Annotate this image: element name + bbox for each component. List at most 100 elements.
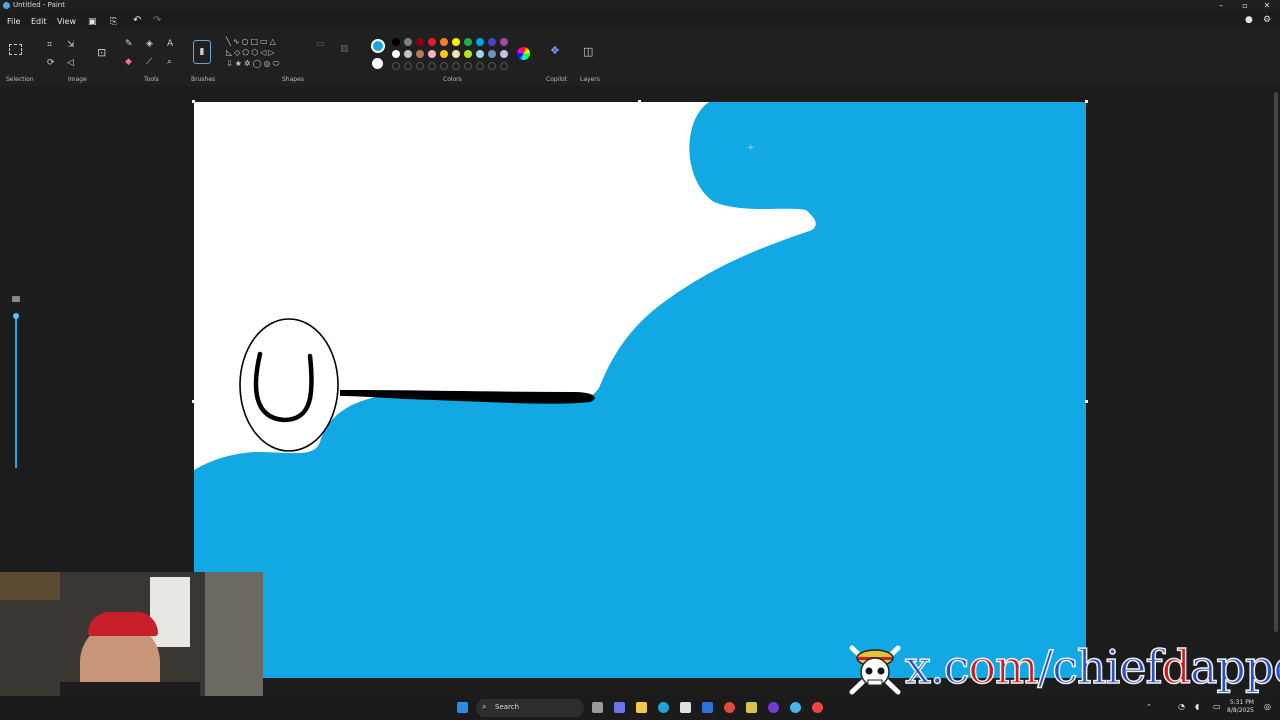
watermark-part-red: d [1161,639,1192,695]
canvas-resize-handle-top[interactable] [638,100,641,103]
paint-app-icon [3,2,10,9]
pencil-icon[interactable]: ✎ [125,40,133,49]
canvas-resize-handle-left[interactable] [192,400,195,403]
crop-icon[interactable]: ⌗ [47,41,52,50]
taskbar-clock[interactable]: 5:31 PM 8/8/2025 [1227,699,1254,715]
store-icon[interactable] [680,702,691,713]
chrome-icon[interactable] [724,702,735,713]
shape-fill-icon[interactable]: ▨ [340,45,349,54]
save-icon[interactable]: ▣ [88,17,97,27]
edge-browser-icon[interactable] [658,702,669,713]
drawing-canvas[interactable]: + [194,102,1086,678]
app-icon-tools[interactable] [746,702,757,713]
palette-color-swatch[interactable] [464,50,472,58]
notification-bell-icon[interactable]: ◎ [1264,702,1271,711]
copilot-taskbar-icon[interactable] [614,702,625,713]
clock-time: 5:31 PM [1229,699,1254,706]
palette-color-swatch[interactable] [392,50,400,58]
watermark-part-red: om [968,639,1040,695]
custom-color-slot[interactable] [416,62,424,70]
palette-color-swatch[interactable] [404,50,412,58]
watermark-part: e [1119,639,1148,695]
vscode-icon[interactable] [702,702,713,713]
shape-outline-icon[interactable]: ▭ [316,40,325,49]
brush-icon[interactable]: ▮ [193,40,211,64]
canvas-resize-handle-top-left[interactable] [192,100,195,103]
palette-color-swatch[interactable] [452,38,460,46]
volume-icon[interactable]: ◖ [1195,702,1199,711]
undo-icon[interactable]: ↶ [133,15,141,26]
settings-gear-icon[interactable]: ⚙ [1263,15,1271,25]
battery-icon[interactable]: ▭ [1213,702,1221,711]
vertical-scrollbar[interactable] [1274,92,1278,632]
paint-taskbar-icon[interactable] [790,702,801,713]
palette-color-swatch[interactable] [464,38,472,46]
palette-color-swatch[interactable] [488,50,496,58]
share-icon[interactable]: ⎘ [110,17,117,27]
secondary-color-swatch[interactable] [372,58,383,69]
edit-colors-wheel-icon[interactable] [517,47,530,60]
task-view-icon[interactable] [592,702,603,713]
menu-view[interactable]: View [57,17,76,26]
redo-icon[interactable]: ↷ [153,15,161,26]
color-picker-icon[interactable]: ⟋ [146,58,152,67]
custom-color-slot[interactable] [440,62,448,70]
menu-edit[interactable]: Edit [31,17,47,26]
palette-color-swatch[interactable] [440,38,448,46]
slider-thumb[interactable] [13,313,19,319]
group-label-tools: Tools [144,76,159,83]
brush-size-slider[interactable] [12,296,20,468]
eraser-icon[interactable]: ◆ [125,58,132,67]
palette-color-swatch[interactable] [500,38,508,46]
magnifier-icon[interactable]: ⌕ [167,58,172,67]
palette-color-swatch[interactable] [452,50,460,58]
tray-chevron-icon[interactable]: ⌃ [1146,703,1152,711]
close-button[interactable]: ✕ [1256,0,1278,12]
palette-color-swatch[interactable] [392,38,400,46]
primary-color-swatch[interactable] [371,39,385,53]
palette-color-swatch[interactable] [416,50,424,58]
menu-bar: File Edit View ▣ ⎘ ↶ ↷ ● ⚙ [0,14,1280,28]
palette-color-swatch[interactable] [404,38,412,46]
resize-icon[interactable]: ⇲ [67,41,75,50]
custom-color-slot[interactable] [476,62,484,70]
custom-color-slot[interactable] [452,62,460,70]
wifi-icon[interactable]: ◔ [1178,702,1185,711]
minimize-button[interactable]: – [1210,0,1232,12]
copilot-icon[interactable]: ❖ [550,45,560,56]
custom-color-slot[interactable] [464,62,472,70]
text-icon[interactable]: A [167,40,173,49]
custom-color-slot[interactable] [392,62,400,70]
fill-bucket-icon[interactable]: ◈ [146,40,153,49]
maximize-button[interactable]: ▫ [1234,0,1256,12]
palette-color-swatch[interactable] [428,38,436,46]
obs-icon[interactable] [812,702,823,713]
flip-icon[interactable]: ◁ [67,59,74,68]
palette-color-swatch[interactable] [500,50,508,58]
watermark-part: f [1145,639,1164,695]
canvas-resize-handle-right[interactable] [1085,400,1088,403]
rotate-icon[interactable]: ⟳ [47,59,55,68]
file-explorer-icon[interactable] [636,702,647,713]
palette-color-swatch[interactable] [476,38,484,46]
canvas-resize-handle-top-right[interactable] [1085,100,1088,103]
shapes-gallery[interactable]: ╲∿○□▭△ ◺◇⬠⬡◁▷ ⇩★✲◯◎⬭ [226,36,306,72]
menu-file[interactable]: File [7,17,20,26]
selection-rectangle-icon[interactable] [9,44,22,55]
windows-start-icon[interactable] [457,702,468,713]
layers-icon[interactable]: ◫ [583,46,593,57]
custom-color-slot[interactable] [404,62,412,70]
custom-color-slot[interactable] [488,62,496,70]
palette-color-swatch[interactable] [488,38,496,46]
select-all-icon[interactable]: ⊡ [97,47,106,58]
custom-color-slot[interactable] [500,62,508,70]
account-icon[interactable]: ● [1245,15,1253,25]
ribbon-toolbar: Selection ⌗ ⇲ ⊡ ⟳ ◁ Image ✎ ◈ A ◆ ⟋ ⌕ To… [0,30,1280,86]
palette-color-swatch[interactable] [428,50,436,58]
palette-color-swatch[interactable] [476,50,484,58]
palette-color-swatch[interactable] [440,50,448,58]
custom-color-slot[interactable] [428,62,436,70]
palette-color-swatch[interactable] [416,38,424,46]
taskbar-search-box[interactable]: ⌕ Search [476,699,584,717]
discord-icon[interactable] [768,702,779,713]
